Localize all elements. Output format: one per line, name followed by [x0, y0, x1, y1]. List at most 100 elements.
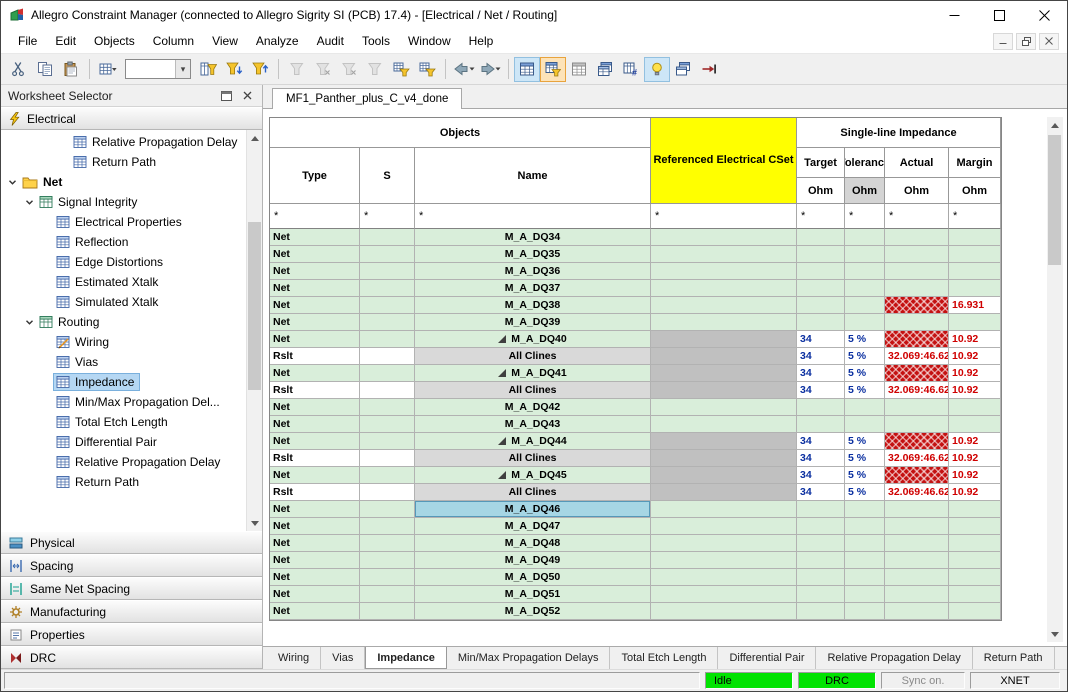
- menu-tools[interactable]: Tools: [353, 32, 399, 50]
- cell-target[interactable]: [797, 229, 845, 246]
- cell-type[interactable]: Net: [270, 365, 360, 382]
- cell-s[interactable]: [360, 552, 415, 569]
- cell-name[interactable]: All Clines: [415, 382, 651, 399]
- expand-triangle-icon[interactable]: [498, 437, 506, 445]
- cell-tolerance[interactable]: [845, 518, 885, 535]
- cell-margin[interactable]: 10.92: [949, 484, 1001, 501]
- cell-actual[interactable]: [885, 535, 949, 552]
- cell-type[interactable]: Net: [270, 586, 360, 603]
- expand-groups-button[interactable]: [566, 57, 592, 82]
- tree-item-electrical-properties[interactable]: Electrical Properties: [1, 212, 247, 232]
- cell-type[interactable]: Net: [270, 603, 360, 620]
- cell-referenced-ecset[interactable]: [651, 246, 797, 263]
- cell-s[interactable]: [360, 365, 415, 382]
- cell-type[interactable]: Net: [270, 263, 360, 280]
- cell-target[interactable]: [797, 535, 845, 552]
- cell-actual[interactable]: [885, 569, 949, 586]
- tree-item-reflection[interactable]: Reflection: [1, 232, 247, 252]
- filter-cell[interactable]: *: [797, 204, 845, 229]
- cell-target[interactable]: 34: [797, 433, 845, 450]
- cell-referenced-ecset[interactable]: [651, 229, 797, 246]
- chevron-expanded-icon[interactable]: [22, 198, 36, 207]
- cell-actual[interactable]: [885, 399, 949, 416]
- cell-tolerance[interactable]: [845, 399, 885, 416]
- cell-target[interactable]: [797, 297, 845, 314]
- mdi-restore-button[interactable]: [1016, 33, 1036, 50]
- tree-item-min-max-propagation-del[interactable]: Min/Max Propagation Del...: [1, 392, 247, 412]
- cell-target[interactable]: [797, 246, 845, 263]
- cell-target[interactable]: 34: [797, 450, 845, 467]
- tree-item-relative-propagation-delay[interactable]: Relative Propagation Delay: [1, 452, 247, 472]
- section-drc[interactable]: DRC: [1, 646, 262, 669]
- cell-name[interactable]: M_A_DQ38: [415, 297, 651, 314]
- expand-triangle-icon[interactable]: [498, 335, 506, 343]
- col-header-margin[interactable]: Margin: [949, 148, 1001, 178]
- cell-actual[interactable]: [885, 280, 949, 297]
- cell-s[interactable]: [360, 246, 415, 263]
- tree-item-total-etch-length[interactable]: Total Etch Length: [1, 412, 247, 432]
- cell-actual[interactable]: [885, 518, 949, 535]
- cell-type[interactable]: Net: [270, 518, 360, 535]
- cell-type[interactable]: Net: [270, 433, 360, 450]
- filter-cell[interactable]: *: [949, 204, 1001, 229]
- cell-s[interactable]: [360, 501, 415, 518]
- cell-actual[interactable]: 32.069:46.62: [885, 484, 949, 501]
- cell-s[interactable]: [360, 484, 415, 501]
- cell-tolerance[interactable]: 5 %: [845, 433, 885, 450]
- cell-tolerance[interactable]: [845, 280, 885, 297]
- cell-s[interactable]: [360, 450, 415, 467]
- cell-margin[interactable]: 16.931: [949, 297, 1001, 314]
- cell-actual[interactable]: [885, 331, 949, 348]
- filter-push-button[interactable]: [221, 57, 247, 82]
- nav-forward-button[interactable]: [477, 57, 503, 82]
- cell-referenced-ecset[interactable]: [651, 348, 797, 365]
- col-group-single-line-impedance[interactable]: Single-line Impedance: [797, 118, 1001, 148]
- cell-name[interactable]: M_A_DQ43: [415, 416, 651, 433]
- tree-item-wiring[interactable]: Wiring: [1, 332, 247, 352]
- cell-target[interactable]: 34: [797, 365, 845, 382]
- cell-tolerance[interactable]: [845, 263, 885, 280]
- cell-target[interactable]: [797, 280, 845, 297]
- menu-analyze[interactable]: Analyze: [247, 32, 308, 50]
- cell-referenced-ecset[interactable]: [651, 535, 797, 552]
- cell-tolerance[interactable]: 5 %: [845, 331, 885, 348]
- scroll-up-button[interactable]: [1047, 117, 1062, 133]
- scroll-up-button[interactable]: [247, 130, 262, 146]
- cell-type[interactable]: Net: [270, 399, 360, 416]
- cell-actual[interactable]: 32.069:46.62: [885, 382, 949, 399]
- cell-tolerance[interactable]: [845, 552, 885, 569]
- cell-type[interactable]: Rslt: [270, 382, 360, 399]
- col-header-s[interactable]: S: [360, 148, 415, 204]
- cell-target[interactable]: 34: [797, 348, 845, 365]
- filter-cell[interactable]: *: [885, 204, 949, 229]
- show-filtered-objects-button[interactable]: [540, 57, 566, 82]
- cell-type[interactable]: Net: [270, 229, 360, 246]
- chevron-down-icon[interactable]: ▾: [175, 60, 190, 78]
- cell-referenced-ecset[interactable]: [651, 569, 797, 586]
- cell-name[interactable]: M_A_DQ45: [415, 467, 651, 484]
- cell-margin[interactable]: 10.92: [949, 365, 1001, 382]
- cell-name[interactable]: M_A_DQ44: [415, 433, 651, 450]
- cell-margin[interactable]: [949, 603, 1001, 620]
- cell-s[interactable]: [360, 348, 415, 365]
- cell-actual[interactable]: 32.069:46.62: [885, 348, 949, 365]
- cell-type[interactable]: Rslt: [270, 348, 360, 365]
- section-physical[interactable]: Physical: [1, 531, 262, 554]
- cell-s[interactable]: [360, 433, 415, 450]
- cell-target[interactable]: [797, 416, 845, 433]
- col-header-target[interactable]: Target: [797, 148, 845, 178]
- cell-type[interactable]: Net: [270, 246, 360, 263]
- filter-cell[interactable]: *: [415, 204, 651, 229]
- cell-s[interactable]: [360, 263, 415, 280]
- cell-margin[interactable]: 10.92: [949, 331, 1001, 348]
- tab-wiring[interactable]: Wiring: [267, 647, 321, 669]
- tree-item-return-path[interactable]: Return Path: [1, 152, 247, 172]
- cell-type[interactable]: Net: [270, 297, 360, 314]
- cell-actual[interactable]: [885, 263, 949, 280]
- tree-item-signal-integrity[interactable]: Signal Integrity: [1, 192, 247, 212]
- cell-actual[interactable]: [885, 365, 949, 382]
- cell-name[interactable]: M_A_DQ49: [415, 552, 651, 569]
- cell-tolerance[interactable]: [845, 586, 885, 603]
- cell-s[interactable]: [360, 586, 415, 603]
- tree-item-impedance[interactable]: Impedance: [1, 372, 247, 392]
